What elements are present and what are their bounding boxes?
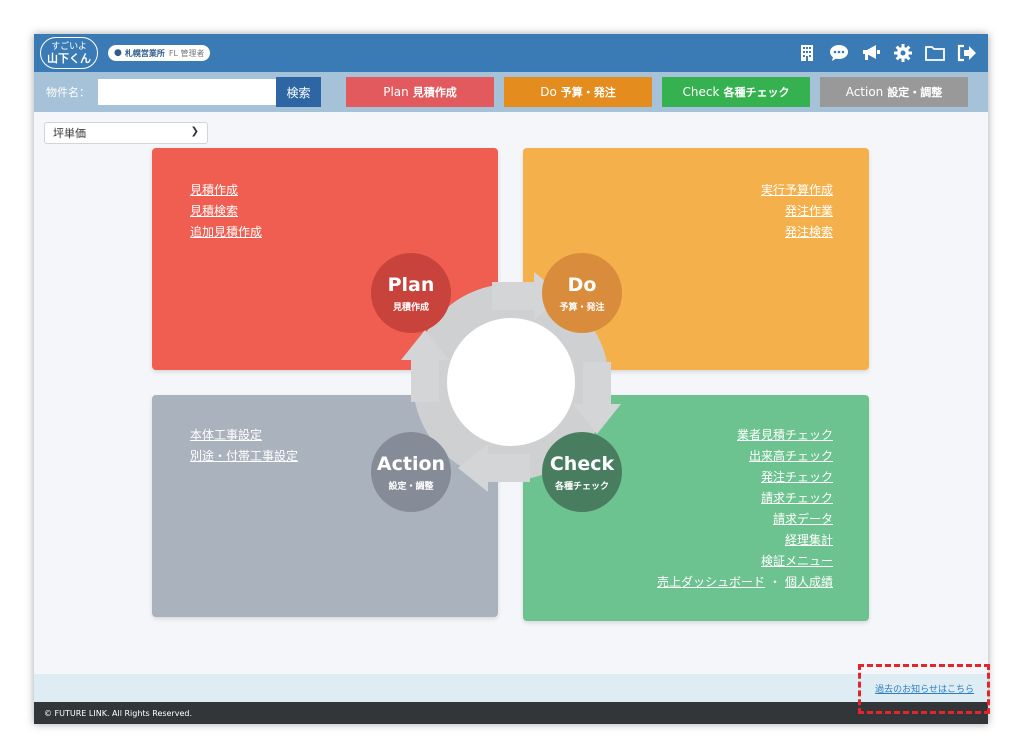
action-circle-title: Action: [376, 452, 446, 475]
do-circle[interactable]: Do 予算・発注: [542, 253, 622, 333]
check-circle-subtitle: 各種チェック: [554, 481, 609, 492]
cycle-center: [447, 318, 575, 446]
highlight-annotation: [858, 664, 990, 714]
plan-circle-title: Plan: [387, 273, 435, 296]
action-circle[interactable]: Action 設定・調整: [371, 432, 451, 512]
footer: © FUTURE LINK. All Rights Reserved.: [34, 702, 988, 724]
app-window: すごいよ 山下くん ● 札幌営業所 FL 管理者 物件名： 検索 Plan 見積…: [34, 34, 988, 724]
plan-circle[interactable]: Plan 見積作成: [371, 253, 451, 333]
notice-bar: 過去のお知らせはこちら: [34, 674, 988, 702]
check-circle[interactable]: Check 各種チェック: [542, 432, 622, 512]
plan-circle-subtitle: 見積作成: [392, 302, 429, 313]
copyright-text: © FUTURE LINK. All Rights Reserved.: [44, 708, 193, 718]
do-circle-title: Do: [567, 273, 597, 296]
pdca-cycle-graphic: [401, 272, 621, 492]
action-circle-subtitle: 設定・調整: [388, 481, 434, 492]
do-circle-subtitle: 予算・発注: [559, 302, 605, 313]
check-circle-title: Check: [549, 452, 615, 475]
